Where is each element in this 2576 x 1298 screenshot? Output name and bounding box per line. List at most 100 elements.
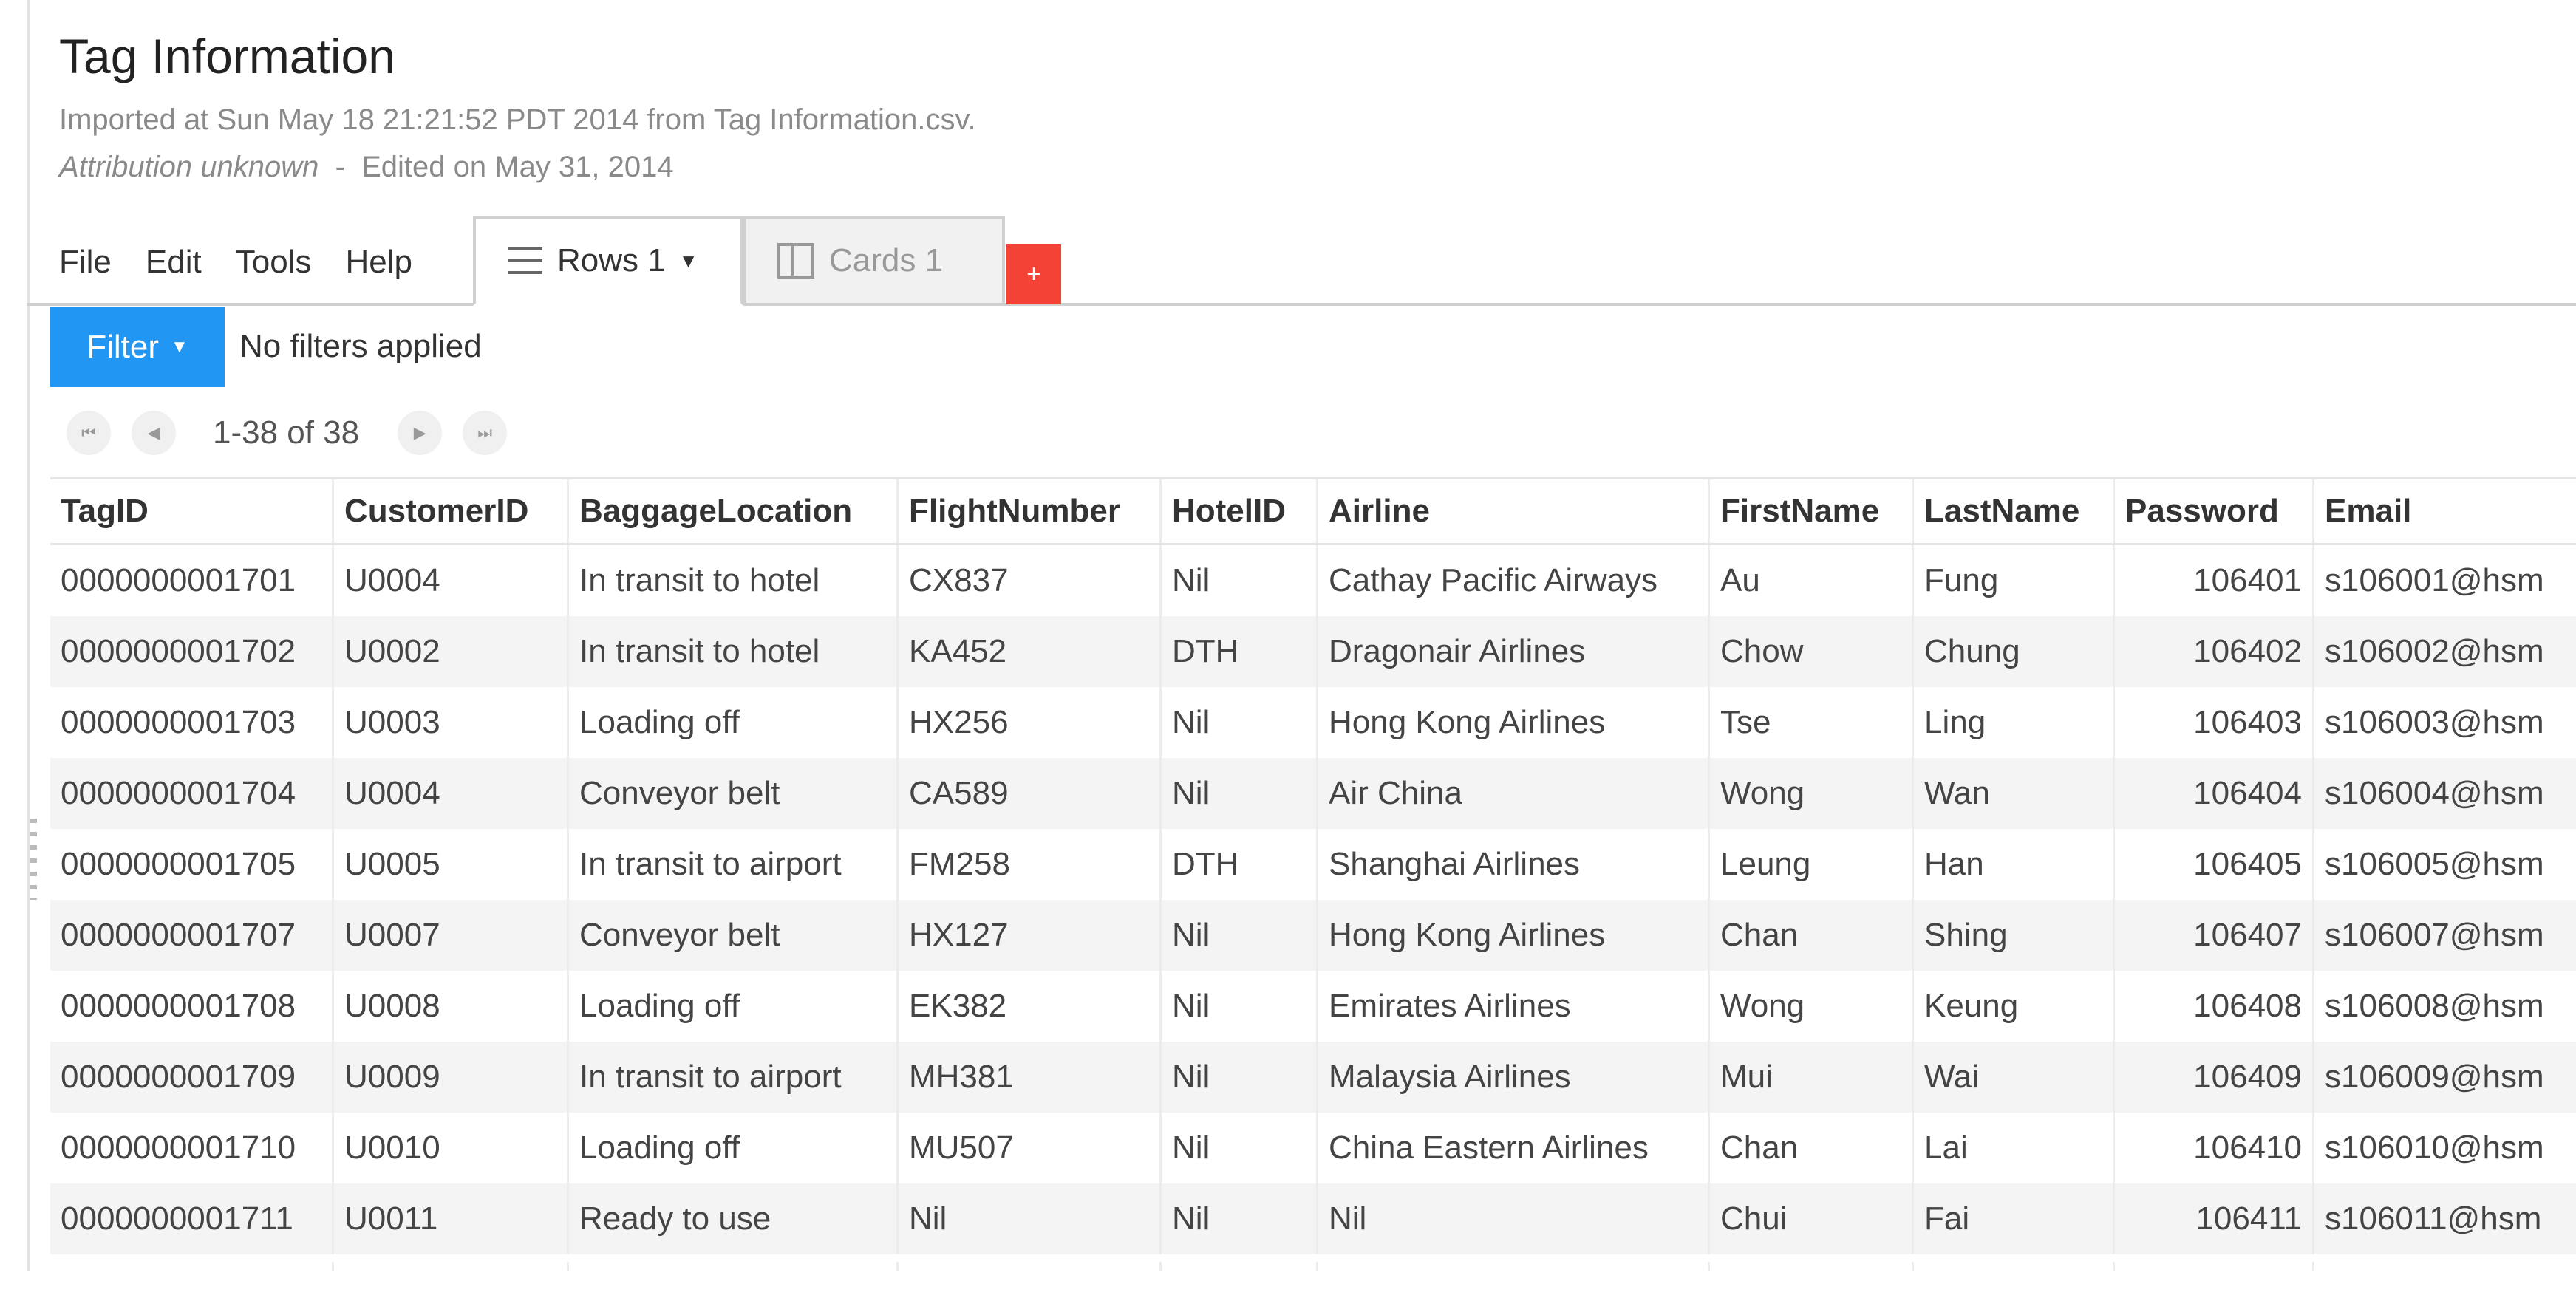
table-cell[interactable]: Air China xyxy=(1318,758,1710,829)
table-cell[interactable]: KA452 xyxy=(899,616,1162,687)
table-cell[interactable]: Tse xyxy=(1710,687,1914,758)
table-cell[interactable]: 106407 xyxy=(2115,900,2314,971)
column-header[interactable]: BaggageLocation xyxy=(569,479,899,543)
table-cell[interactable]: U0009 xyxy=(334,1042,569,1113)
table-cell[interactable]: In transit to hotel xyxy=(569,545,899,616)
table-cell[interactable]: 0000000001701 xyxy=(50,545,334,616)
table-cell[interactable]: U0002 xyxy=(334,616,569,687)
table-cell[interactable]: s106004@hsm xyxy=(2314,758,2576,829)
table-cell[interactable]: Nil xyxy=(1162,1113,1318,1183)
table-cell[interactable]: Conveyor belt xyxy=(569,900,899,971)
table-cell[interactable]: Conveyor belt xyxy=(569,758,899,829)
table-cell[interactable]: 0000000001705 xyxy=(50,829,334,900)
column-header[interactable]: FirstName xyxy=(1710,479,1914,543)
table-cell[interactable]: Wong xyxy=(1710,971,1914,1042)
table-cell[interactable]: s106011@hsm xyxy=(2314,1183,2576,1254)
table-cell[interactable]: U0003 xyxy=(334,687,569,758)
table-cell[interactable]: s106005@hsm xyxy=(2314,829,2576,900)
menu-edit[interactable]: Edit xyxy=(146,244,202,288)
table-cell[interactable]: In transit to airport xyxy=(569,829,899,900)
table-cell[interactable]: Keung xyxy=(1914,971,2115,1042)
table-cell[interactable]: Chow xyxy=(1710,616,1914,687)
table-cell[interactable]: Loading off xyxy=(569,1113,899,1183)
table-cell[interactable]: DTH xyxy=(1162,616,1318,687)
table-cell[interactable]: 0000000001707 xyxy=(50,900,334,971)
table-cell[interactable]: Fai xyxy=(1914,1183,2115,1254)
menu-tools[interactable]: Tools xyxy=(236,244,312,288)
table-cell[interactable]: Shanghai Airlines xyxy=(1318,829,1710,900)
menu-file[interactable]: File xyxy=(59,244,112,288)
table-cell[interactable]: DTH xyxy=(1162,829,1318,900)
table-cell[interactable]: Nil xyxy=(1318,1183,1710,1254)
table-cell[interactable]: Wong xyxy=(1710,758,1914,829)
column-header[interactable]: HotelID xyxy=(1162,479,1318,543)
table-cell[interactable]: U0004 xyxy=(334,758,569,829)
table-cell[interactable]: Nil xyxy=(899,1183,1162,1254)
table-cell[interactable]: Nil xyxy=(1162,687,1318,758)
column-header[interactable]: LastName xyxy=(1914,479,2115,543)
table-cell[interactable]: Nil xyxy=(1162,900,1318,971)
column-header[interactable]: TagID xyxy=(50,479,334,543)
table-cell[interactable]: U0010 xyxy=(334,1113,569,1183)
table-cell[interactable]: FM258 xyxy=(899,829,1162,900)
table-cell[interactable]: 106403 xyxy=(2115,687,2314,758)
table-cell[interactable]: Wai xyxy=(1914,1042,2115,1113)
table-cell[interactable]: 0000000001710 xyxy=(50,1113,334,1183)
column-header[interactable]: Password xyxy=(2115,479,2314,543)
table-cell[interactable]: Chan xyxy=(1710,1113,1914,1183)
table-cell[interactable]: s106002@hsm xyxy=(2314,616,2576,687)
table-cell[interactable]: Wan xyxy=(1914,758,2115,829)
table-cell[interactable]: HX256 xyxy=(899,687,1162,758)
table-cell[interactable]: 106402 xyxy=(2115,616,2314,687)
table-cell[interactable]: Nil xyxy=(1162,971,1318,1042)
table-cell[interactable]: 106404 xyxy=(2115,758,2314,829)
table-cell[interactable]: Dragonair Airlines xyxy=(1318,616,1710,687)
table-cell[interactable]: Au xyxy=(1710,545,1914,616)
table-cell[interactable]: 0000000001702 xyxy=(50,616,334,687)
table-cell[interactable]: U0011 xyxy=(334,1183,569,1254)
table-cell[interactable]: MU507 xyxy=(899,1113,1162,1183)
table-cell[interactable]: Hong Kong Airlines xyxy=(1318,900,1710,971)
table-cell[interactable]: 0000000001704 xyxy=(50,758,334,829)
table-cell[interactable]: s106010@hsm xyxy=(2314,1113,2576,1183)
table-cell[interactable]: Chan xyxy=(1710,900,1914,971)
table-cell[interactable]: s106001@hsm xyxy=(2314,545,2576,616)
resize-handle[interactable] xyxy=(30,819,37,900)
table-cell[interactable]: 106411 xyxy=(2115,1183,2314,1254)
table-cell[interactable]: Nil xyxy=(1162,758,1318,829)
table-cell[interactable]: 0000000001711 xyxy=(50,1183,334,1254)
table-cell[interactable]: In transit to airport xyxy=(569,1042,899,1113)
table-cell[interactable]: Nil xyxy=(1162,1042,1318,1113)
table-cell[interactable]: CX837 xyxy=(899,545,1162,616)
add-tab-button[interactable]: + xyxy=(1006,244,1061,304)
menu-help[interactable]: Help xyxy=(345,244,412,288)
table-cell[interactable]: 106409 xyxy=(2115,1042,2314,1113)
table-cell[interactable]: U0004 xyxy=(334,545,569,616)
table-cell[interactable]: s106008@hsm xyxy=(2314,971,2576,1042)
table-cell[interactable]: Ready to use xyxy=(569,1183,899,1254)
prev-icon[interactable]: ◀ xyxy=(132,411,176,455)
table-cell[interactable]: Nil xyxy=(1162,1183,1318,1254)
table-cell[interactable]: Nil xyxy=(1162,545,1318,616)
table-cell[interactable]: China Eastern Airlines xyxy=(1318,1113,1710,1183)
tab-cards[interactable]: Cards 1 xyxy=(743,216,1005,306)
table-cell[interactable]: Shing xyxy=(1914,900,2115,971)
table-cell[interactable]: Han xyxy=(1914,829,2115,900)
table-cell[interactable]: Hong Kong Airlines xyxy=(1318,687,1710,758)
table-cell[interactable]: 106405 xyxy=(2115,829,2314,900)
table-cell[interactable]: Leung xyxy=(1710,829,1914,900)
table-cell[interactable]: 106410 xyxy=(2115,1113,2314,1183)
table-cell[interactable]: Emirates Airlines xyxy=(1318,971,1710,1042)
column-header[interactable]: FlightNumber xyxy=(899,479,1162,543)
skip-last-icon[interactable]: ⏭ xyxy=(463,411,508,455)
table-cell[interactable]: Fung xyxy=(1914,545,2115,616)
table-cell[interactable]: 0000000001709 xyxy=(50,1042,334,1113)
table-cell[interactable]: Malaysia Airlines xyxy=(1318,1042,1710,1113)
table-cell[interactable]: Mui xyxy=(1710,1042,1914,1113)
table-cell[interactable]: U0008 xyxy=(334,971,569,1042)
table-cell[interactable]: Loading off xyxy=(569,687,899,758)
table-cell[interactable]: CA589 xyxy=(899,758,1162,829)
table-cell[interactable]: Chui xyxy=(1710,1183,1914,1254)
skip-first-icon[interactable]: ⏮ xyxy=(67,411,111,455)
table-cell[interactable]: MH381 xyxy=(899,1042,1162,1113)
